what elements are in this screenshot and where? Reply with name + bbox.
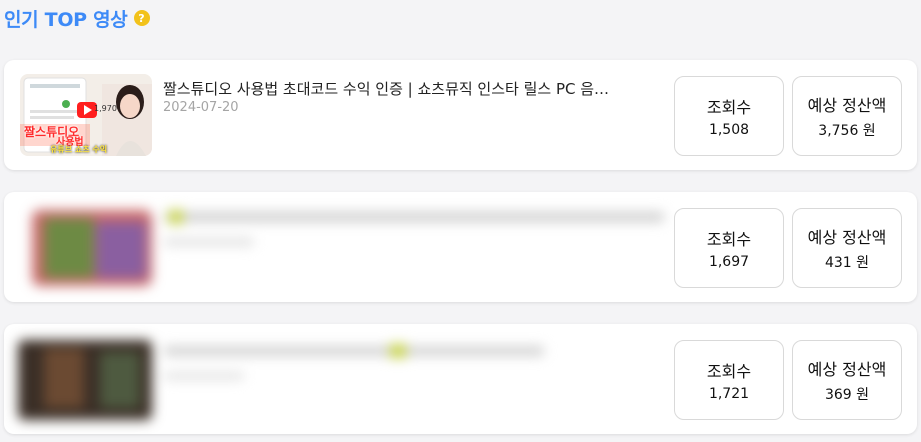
views-label: 조회수 — [706, 230, 752, 249]
views-box: 조회수 1,508 — [674, 76, 784, 156]
revenue-label: 예상 정산액 — [807, 228, 887, 247]
question-circle-icon[interactable]: ? — [133, 10, 150, 26]
views-value: 1,721 — [708, 386, 750, 402]
revenue-box: 예상 정산액 431 원 — [792, 208, 902, 288]
revenue-box: 예상 정산액 369 원 — [792, 340, 902, 420]
thumbnail-image — [20, 74, 152, 156]
revenue-label: 예상 정산액 — [807, 96, 887, 115]
revenue-box: 예상 정산액 3,756 원 — [792, 76, 902, 156]
revenue-value: 431 원 — [824, 255, 870, 271]
views-box: 조회수 1,721 — [674, 340, 784, 420]
thumbnail-number: 1,970 — [94, 104, 117, 113]
blurred-content — [4, 324, 674, 434]
revenue-value: 3,756 원 — [818, 123, 876, 139]
video-card[interactable]: 조회수 1,697 예상 정산액 431 원 — [4, 192, 917, 302]
views-value: 1,508 — [708, 122, 750, 138]
views-label: 조회수 — [706, 98, 752, 117]
video-date: 2024-07-20 — [163, 100, 239, 115]
video-card[interactable]: 조회수 1,721 예상 정산액 369 원 — [4, 324, 917, 434]
section-title: 인기 TOP 영상 — [4, 8, 128, 31]
video-card[interactable]: 짤스튜디오 사용법 유튜브 쇼츠 수익 1,970 짤스튜디오 사용법 초대코드… — [4, 60, 917, 170]
revenue-value: 369 원 — [824, 387, 870, 403]
video-thumbnail[interactable]: 짤스튜디오 사용법 유튜브 쇼츠 수익 1,970 — [20, 74, 152, 156]
section-header: 인기 TOP 영상 ? — [4, 4, 150, 32]
blurred-content — [4, 192, 674, 302]
video-title[interactable]: 짤스튜디오 사용법 초대코드 수익 인증 | 쇼츠뮤직 인스타 릴스 PC 음… — [163, 78, 659, 99]
views-label: 조회수 — [706, 362, 752, 381]
views-box: 조회수 1,697 — [674, 208, 784, 288]
views-value: 1,697 — [708, 254, 750, 270]
thumbnail-caption-bottom: 유튜브 쇼츠 수익 — [50, 145, 108, 154]
revenue-label: 예상 정산액 — [807, 360, 887, 379]
